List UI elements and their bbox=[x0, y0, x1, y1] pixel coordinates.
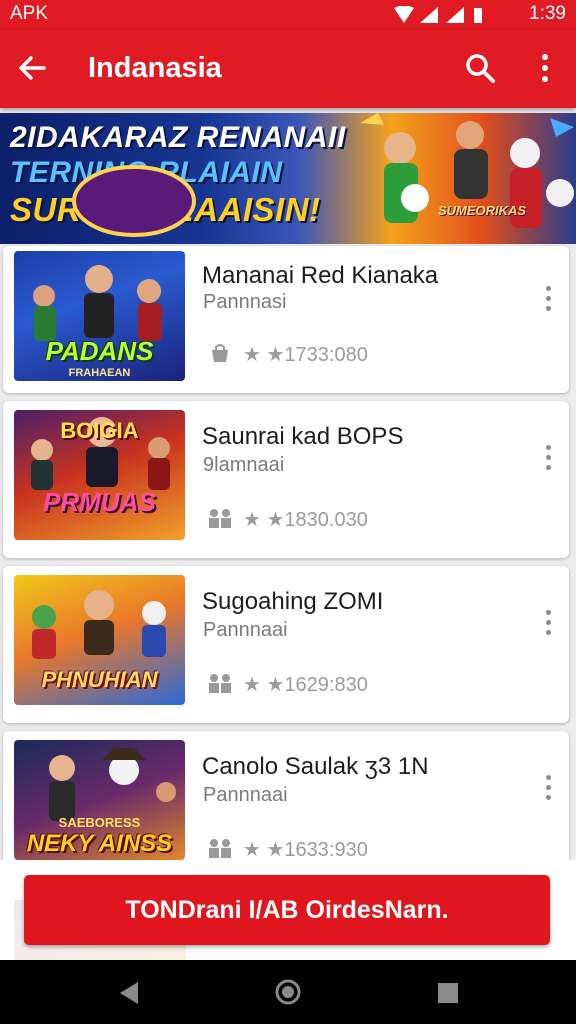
game-title-2: Saunrai kad BOPS bbox=[202, 423, 404, 450]
game-title-1: Mananai Red Kianaka bbox=[202, 262, 439, 289]
game-rating-1: ★ ★1733:080 bbox=[243, 344, 368, 366]
game-title-3: Sugoahing ZOMI bbox=[202, 588, 384, 615]
banner-line-1: 2IDAKARAZ RENANAII bbox=[10, 121, 346, 154]
nav-recents-icon[interactable] bbox=[436, 981, 460, 1005]
banner-badge-label: SUMEORIKAS bbox=[437, 203, 527, 218]
app-bar: Indanasia bbox=[0, 30, 576, 108]
search-icon[interactable] bbox=[460, 48, 500, 88]
arrow-left-icon[interactable] bbox=[12, 48, 52, 88]
game-thumbnail-sublabel-2: BOIGIA bbox=[60, 418, 139, 443]
more-vert-icon[interactable] bbox=[543, 286, 553, 314]
game-thumbnail-label-2: PRMUAS bbox=[43, 487, 156, 517]
more-vert-icon[interactable] bbox=[543, 445, 553, 473]
game-thumbnail-label-3: PHNUHIAN bbox=[41, 667, 158, 692]
game-list-item-1[interactable]: PADANS FRAHAEAN Mananai Red Kianaka Pann… bbox=[3, 246, 569, 393]
more-vert-icon[interactable] bbox=[543, 610, 553, 638]
game-title-4: Canolo Saulak ʒ3 1N bbox=[202, 753, 429, 780]
status-bar: APK 1:39 bbox=[0, 0, 576, 30]
more-vert-icon[interactable] bbox=[543, 775, 553, 803]
more-vert-icon[interactable] bbox=[525, 48, 565, 88]
game-list-item-3[interactable]: PHNUHIAN Sugoahing ZOMI Pannnaai ★ ★1629… bbox=[3, 566, 569, 723]
game-thumbnail-label-4: NEKY AINSS bbox=[26, 830, 173, 857]
status-app-label: APK bbox=[10, 3, 49, 24]
banner-logo-emblem bbox=[72, 165, 196, 237]
nav-back-icon[interactable] bbox=[116, 980, 142, 1006]
game-thumbnail-sublabel-4: SAEBORESS bbox=[58, 815, 141, 830]
game-list-item-2[interactable]: BOIGIA PRMUAS Saunrai kad BOPS 9lamnaai … bbox=[3, 401, 569, 558]
game-thumbnail-sublabel-1: FRAHAEAN bbox=[68, 367, 131, 379]
game-thumbnail-label-1: PADANS bbox=[45, 336, 154, 366]
people-icon bbox=[209, 509, 231, 528]
banner-badge: SUMEORIKAS bbox=[434, 198, 530, 224]
game-thumbnail-1: PADANS FRAHAEAN bbox=[14, 251, 185, 381]
primary-action-label: TONDrani I/AB OirdesNarn. bbox=[125, 895, 449, 924]
game-thumbnail-4: SAEBORESS NEKY AINSS bbox=[14, 740, 185, 860]
page-title: Indanasia bbox=[88, 52, 222, 84]
banner-characters-illustration bbox=[360, 113, 574, 228]
signal-wifi-battery-icons bbox=[394, 6, 482, 23]
bag-icon bbox=[212, 344, 228, 362]
game-subtitle-4: Pannnaai bbox=[203, 784, 288, 806]
game-thumbnail-2: BOIGIA PRMUAS bbox=[14, 410, 185, 540]
game-thumbnail-3: PHNUHIAN bbox=[14, 575, 185, 705]
status-time: 1:39 bbox=[529, 3, 566, 24]
game-rating-4: ★ ★1633:930 bbox=[243, 839, 368, 861]
game-rating-3: ★ ★1629:830 bbox=[243, 674, 368, 696]
system-nav-bar bbox=[0, 960, 576, 1024]
people-icon bbox=[209, 839, 231, 858]
primary-action-button[interactable]: TONDrani I/AB OirdesNarn. bbox=[24, 875, 550, 945]
nav-home-icon[interactable] bbox=[274, 978, 302, 1006]
people-icon bbox=[209, 674, 231, 693]
game-rating-2: ★ ★1830.030 bbox=[243, 509, 368, 531]
promo-banner[interactable]: 2IDAKARAZ RENANAII TERNING RLAIAIN SURNC… bbox=[0, 113, 576, 244]
game-subtitle-2: 9lamnaai bbox=[203, 454, 285, 476]
game-subtitle-1: Pannnasi bbox=[203, 291, 287, 313]
game-subtitle-3: Pannnaai bbox=[203, 619, 288, 641]
